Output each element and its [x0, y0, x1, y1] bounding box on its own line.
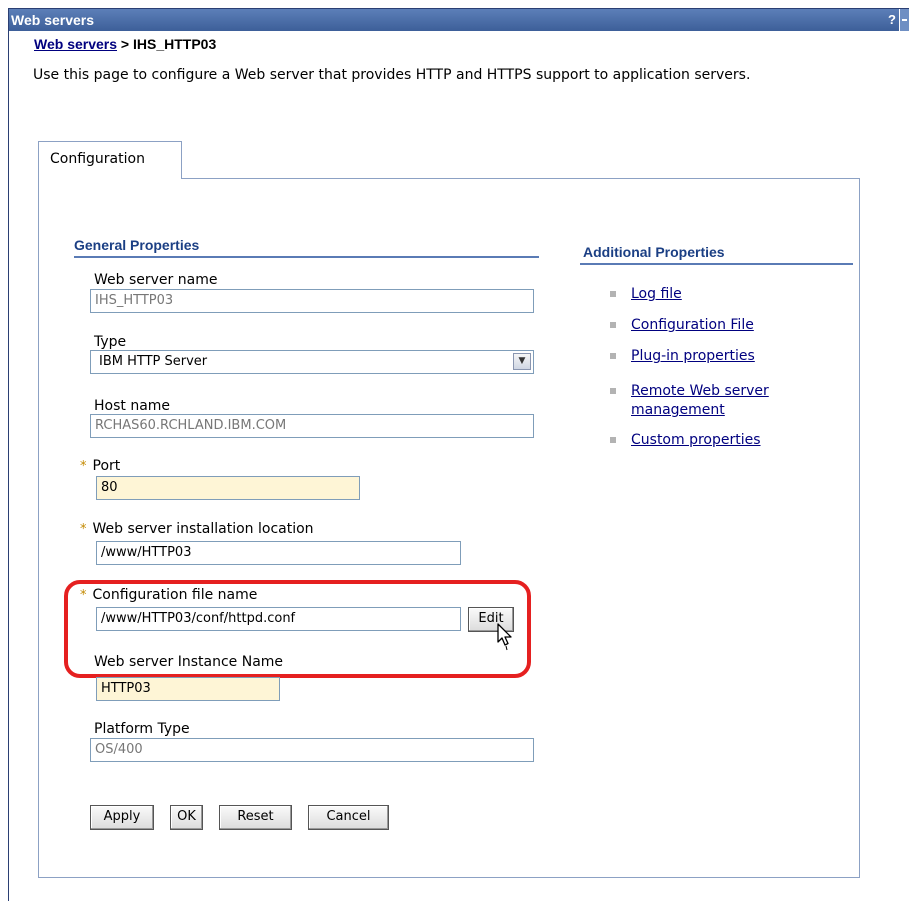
bullet-icon — [610, 353, 616, 359]
tab-configuration[interactable]: Configuration — [38, 141, 182, 179]
web-server-name-label: Web server name — [94, 272, 218, 288]
additional-properties-title: Additional Properties — [583, 244, 725, 260]
breadcrumb-link-web-servers[interactable]: Web servers — [34, 36, 117, 52]
required-marker: * — [80, 522, 87, 537]
tab-label: Configuration — [50, 151, 145, 167]
instance-name-label: Web server Instance Name — [94, 654, 284, 670]
bullet-icon — [610, 291, 616, 297]
port-label-row: * Port — [80, 458, 120, 474]
portlet-titlebar: Web servers ? — [9, 9, 909, 31]
install-location-label-row: * Web server installation location — [80, 521, 314, 537]
web-server-name-field: IHS_HTTP03 — [90, 289, 534, 313]
general-properties-divider — [74, 256, 539, 258]
host-name-label: Host name — [94, 398, 171, 414]
ok-button[interactable]: OK — [170, 805, 203, 830]
cancel-button[interactable]: Cancel — [308, 805, 389, 830]
dropdown-arrow-icon[interactable]: ▼ — [513, 353, 531, 370]
bullet-icon — [610, 388, 616, 394]
page-description: Use this page to configure a Web server … — [33, 67, 751, 83]
type-label: Type — [94, 334, 127, 350]
instance-name-input[interactable]: HTTP03 — [96, 677, 280, 701]
apply-button[interactable]: Apply — [90, 805, 154, 830]
type-select-value: IBM HTTP Server — [99, 354, 208, 369]
required-marker: * — [80, 459, 87, 474]
bullet-icon — [610, 437, 616, 443]
link-custom-properties[interactable]: Custom properties — [631, 431, 761, 450]
platform-type-label: Platform Type — [94, 721, 190, 737]
bullet-icon — [610, 322, 616, 328]
breadcrumb: Web servers > IHS_HTTP03 — [34, 36, 216, 52]
port-input[interactable]: 80 — [96, 476, 360, 500]
port-label: Port — [92, 458, 121, 474]
install-location-label: Web server installation location — [92, 521, 314, 537]
install-location-input[interactable]: /www/HTTP03 — [96, 541, 461, 565]
breadcrumb-current: IHS_HTTP03 — [132, 36, 217, 52]
platform-type-field: OS/400 — [90, 738, 534, 762]
link-remote-web-server-management[interactable]: Remote Web server — [631, 382, 769, 401]
link-log-file[interactable]: Log file — [631, 285, 682, 304]
help-icon[interactable]: ? — [885, 9, 899, 31]
link-remote-web-server-management-line2[interactable]: management — [631, 401, 725, 420]
minimize-icon[interactable] — [899, 9, 909, 31]
link-configuration-file[interactable]: Configuration File — [631, 316, 754, 335]
link-plug-in-properties[interactable]: Plug-in properties — [631, 347, 755, 366]
additional-properties-divider — [580, 263, 853, 265]
reset-button[interactable]: Reset — [219, 805, 292, 830]
mouse-cursor-icon — [497, 623, 512, 651]
breadcrumb-separator: > — [117, 36, 133, 52]
host-name-field: RCHAS60.RCHLAND.IBM.COM — [90, 414, 534, 438]
window-title: Web servers — [11, 12, 95, 28]
general-properties-title: General Properties — [74, 237, 200, 253]
type-select[interactable]: IBM HTTP Server ▼ — [90, 350, 534, 374]
